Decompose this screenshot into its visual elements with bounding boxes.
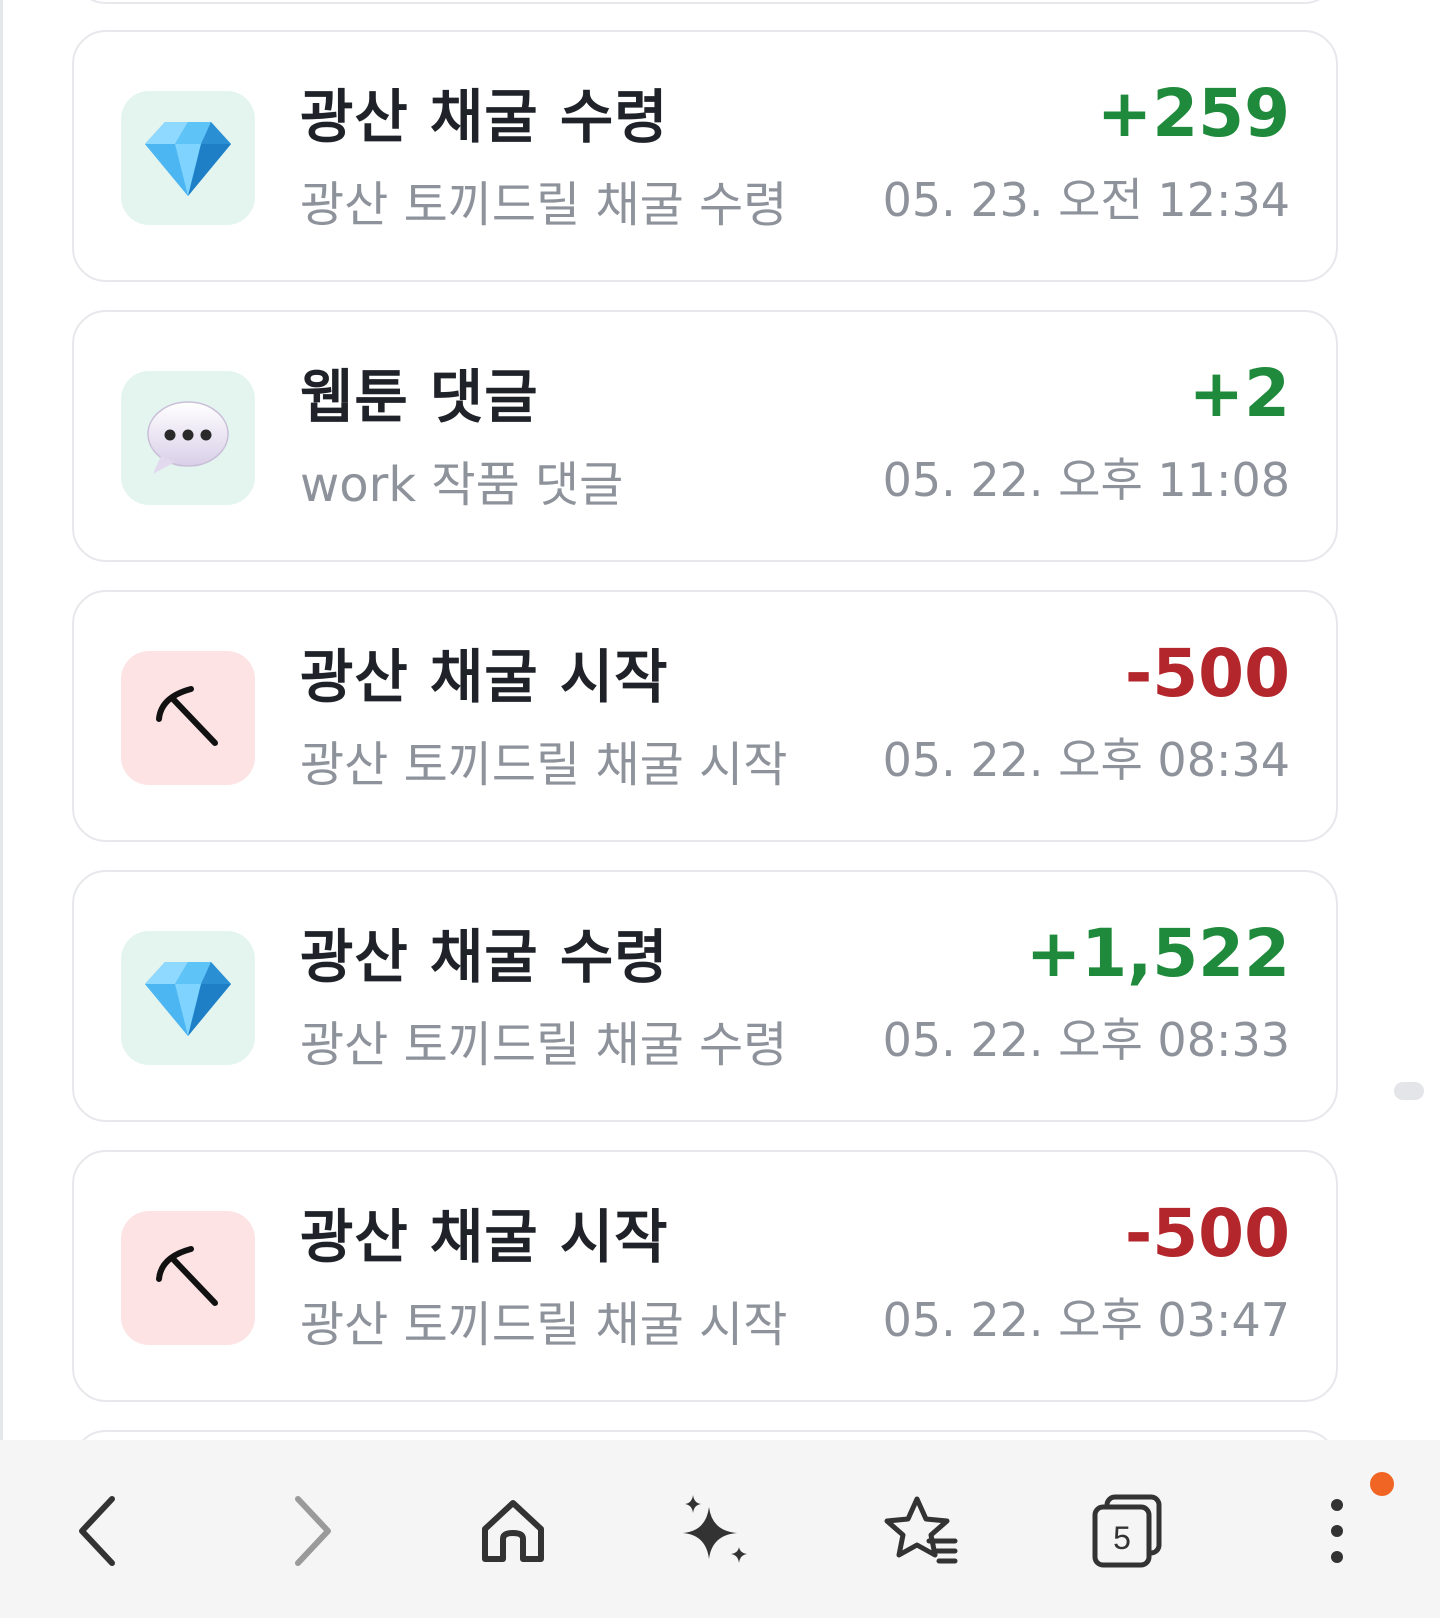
tabs-icon: 5 — [1092, 1494, 1162, 1568]
notification-badge-dot — [1370, 1472, 1394, 1496]
transaction-description: 광산 토끼드릴 채굴 수령 — [300, 177, 788, 233]
transaction-amount: -500 — [1124, 635, 1290, 712]
transaction-time: 05. 22. 오후 03:47 — [882, 1293, 1290, 1347]
transaction-title: 광산 채굴 수령 — [300, 923, 669, 991]
bookmark-star-icon — [884, 1496, 958, 1564]
forward-button[interactable] — [265, 1486, 355, 1576]
browser-bottom-navbar: 5 — [0, 1440, 1440, 1618]
transaction-amount: +1,522 — [1025, 915, 1290, 992]
gem-stone-icon — [121, 931, 255, 1065]
transaction-title: 광산 채굴 수령 — [300, 83, 669, 151]
sparkle-icon — [683, 1495, 747, 1563]
transaction-card[interactable]: 광산 채굴 수령 +259 광산 토끼드릴 채굴 수령 05. 23. 오전 1… — [72, 30, 1338, 282]
home-button[interactable] — [468, 1486, 558, 1576]
more-menu-button[interactable] — [1292, 1486, 1382, 1576]
back-arrow-icon — [79, 1496, 115, 1566]
more-menu-icon — [1331, 1499, 1343, 1563]
transaction-description: 광산 토끼드릴 채굴 시작 — [300, 737, 788, 793]
gem-stone-icon — [121, 91, 255, 225]
transaction-list: 광산 채굴 수령 +259 광산 토끼드릴 채굴 수령 05. 23. 오전 1… — [0, 0, 1440, 1440]
forward-arrow-icon — [295, 1496, 331, 1566]
ai-assistant-button[interactable] — [672, 1486, 762, 1576]
home-icon — [482, 1500, 544, 1562]
transaction-time: 05. 22. 오후 11:08 — [882, 453, 1290, 507]
bookmarks-button[interactable] — [876, 1486, 966, 1576]
pickaxe-icon — [121, 651, 255, 785]
transaction-title: 광산 채굴 시작 — [300, 1203, 669, 1271]
speech-bubble-icon — [121, 371, 255, 505]
transaction-title: 광산 채굴 시작 — [300, 643, 669, 711]
back-button[interactable] — [55, 1486, 145, 1576]
transaction-description: work 작품 댓글 — [300, 457, 624, 513]
transaction-amount: +2 — [1188, 355, 1290, 432]
transaction-description: 광산 토끼드릴 채굴 시작 — [300, 1297, 788, 1353]
transaction-card-partial-bottom[interactable] — [72, 1430, 1338, 1440]
transaction-amount: +259 — [1096, 75, 1290, 152]
transaction-amount: -500 — [1124, 1195, 1290, 1272]
transaction-time: 05. 22. 오후 08:34 — [882, 733, 1290, 787]
transaction-card-partial-top[interactable] — [72, 0, 1338, 4]
transaction-time: 05. 22. 오후 08:33 — [882, 1013, 1290, 1067]
transaction-time: 05. 23. 오전 12:34 — [882, 173, 1290, 227]
left-edge-divider — [0, 0, 3, 1440]
transaction-card[interactable]: 웹툰 댓글 +2 work 작품 댓글 05. 22. 오후 11:08 — [72, 310, 1338, 562]
tabs-button[interactable]: 5 — [1082, 1486, 1172, 1576]
scrollbar-thumb[interactable] — [1394, 1082, 1424, 1100]
transaction-description: 광산 토끼드릴 채굴 수령 — [300, 1017, 788, 1073]
transaction-card[interactable]: 광산 채굴 시작 -500 광산 토끼드릴 채굴 시작 05. 22. 오후 0… — [72, 590, 1338, 842]
pickaxe-icon — [121, 1211, 255, 1345]
tabs-count: 5 — [1113, 1520, 1131, 1556]
transaction-card[interactable]: 광산 채굴 시작 -500 광산 토끼드릴 채굴 시작 05. 22. 오후 0… — [72, 1150, 1338, 1402]
transaction-title: 웹툰 댓글 — [300, 363, 539, 431]
transaction-card[interactable]: 광산 채굴 수령 +1,522 광산 토끼드릴 채굴 수령 05. 22. 오후… — [72, 870, 1338, 1122]
